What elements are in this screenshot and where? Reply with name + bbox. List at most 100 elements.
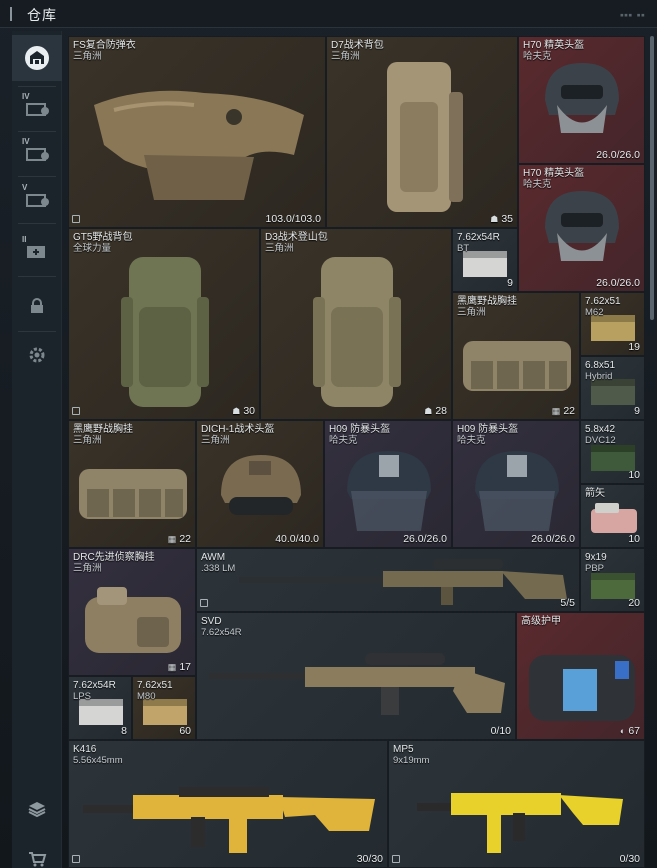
item-name: H09 防暴头盔 <box>329 424 391 435</box>
item-ammo-762r-bt[interactable]: 7.62x54R BT 9 <box>452 228 518 292</box>
item-capacity: ▦ 22 <box>167 533 191 545</box>
header-accent <box>10 7 12 21</box>
item-durability: 26.0/26.0 <box>403 533 447 545</box>
item-brand: 三角洲 <box>73 563 102 574</box>
case-iv-icon <box>26 103 49 116</box>
item-brand: 哈夫克 <box>523 179 552 190</box>
item-name: GT5野战背包 <box>73 232 133 243</box>
item-d7-pack[interactable]: D7战术背包 三角洲 ☗ 35 <box>326 36 518 228</box>
scrollbar[interactable] <box>650 36 654 320</box>
tab-warehouse[interactable] <box>12 35 62 81</box>
search-mark-icon <box>72 407 80 415</box>
item-caliber: 5.56x45mm <box>73 755 123 766</box>
inventory-grid: FS复合防弹衣 三角洲 103.0/103.0 D7战术背包 三角洲 ☗ 35 H… <box>68 36 645 868</box>
item-caliber: .338 LM <box>201 563 236 574</box>
case-iv-b-icon <box>26 148 49 161</box>
item-fs-vest[interactable]: FS复合防弹衣 三角洲 103.0/103.0 <box>68 36 326 228</box>
item-ammo-762r-lps[interactable]: 7.62x54R LPS 8 <box>68 676 132 740</box>
item-drc-rig[interactable]: DRC先进侦察胸挂 三角洲 ▦ 17 <box>68 548 196 676</box>
tier-label: IV <box>22 137 30 146</box>
item-name: 箭矢 <box>585 488 605 499</box>
tab-case-iv[interactable]: IV <box>12 88 62 128</box>
item-name: H70 精英头盔 <box>523 168 585 179</box>
cart-button[interactable] <box>12 839 62 868</box>
item-brand: 三角洲 <box>73 51 102 62</box>
item-mp5[interactable]: MP5 9x19mm 0/30 <box>388 740 645 868</box>
item-blackhawk-rig-b[interactable]: 黑鹰野战胸挂 三角洲 ▦ 22 <box>68 420 196 548</box>
backpack-image <box>121 257 209 407</box>
item-svd[interactable]: SVD 7.62x54R 0/10 <box>196 612 516 740</box>
item-brand: 哈夫克 <box>523 51 552 62</box>
item-name: D3战术登山包 <box>265 232 328 243</box>
sidebar-divider <box>18 131 56 132</box>
item-h09-helmet-a[interactable]: H09 防暴头盔 哈夫克 26.0/26.0 <box>324 420 452 548</box>
item-mag-count: 30/30 <box>356 853 383 865</box>
lock-icon <box>31 298 43 313</box>
tab-case-v[interactable]: V <box>12 179 62 219</box>
item-brand: 三角洲 <box>201 435 230 446</box>
item-ammo-762-m80[interactable]: 7.62x51 M80 60 <box>132 676 196 740</box>
item-ammo-58-dvc12[interactable]: 5.8x42 DVC12 10 <box>580 420 645 484</box>
page-title: 仓库 <box>27 7 57 23</box>
item-advanced-armor[interactable]: 高级护甲 ◐ 67 <box>516 612 645 740</box>
chest-rig-image <box>463 341 571 391</box>
sidebar-divider <box>18 86 56 87</box>
item-ammo-919-pbp[interactable]: 9x19 PBP 20 <box>580 548 645 612</box>
item-blackhawk-rig-a[interactable]: 黑鹰野战胸挂 三角洲 ▦ 22 <box>452 292 580 420</box>
item-name: 6.8x51 <box>585 360 616 371</box>
item-mag-count: 5/5 <box>560 597 575 609</box>
item-durability: 26.0/26.0 <box>596 277 640 289</box>
item-name: 高级护甲 <box>521 616 561 627</box>
item-dich-helmet[interactable]: DICH-1战术头盔 三角洲 40.0/40.0 <box>196 420 324 548</box>
rifle-image <box>83 787 375 853</box>
item-ammo-68-hybrid[interactable]: 6.8x51 Hybrid 9 <box>580 356 645 420</box>
item-name: SVD <box>201 616 222 627</box>
item-d3-pack[interactable]: D3战术登山包 三角洲 ☗ 28 <box>260 228 452 420</box>
tab-case-iv-b[interactable]: IV <box>12 133 62 173</box>
settings-button[interactable] <box>12 335 62 375</box>
item-gt5-pack[interactable]: GT5野战背包 全球力量 ☗ 30 <box>68 228 260 420</box>
item-arrows[interactable]: 箭矢 10 <box>580 484 645 548</box>
item-name: 黑鹰野战胸挂 <box>457 296 517 307</box>
item-count: 10 <box>628 469 640 481</box>
item-count: 9 <box>507 277 513 289</box>
tier-label: II <box>22 235 27 244</box>
weight-icon: ☗ <box>232 406 241 416</box>
item-count: 20 <box>628 597 640 609</box>
helmet-image <box>347 451 431 531</box>
item-h09-helmet-b[interactable]: H09 防暴头盔 哈夫克 26.0/26.0 <box>452 420 580 548</box>
item-name: D7战术背包 <box>331 40 384 51</box>
item-k416[interactable]: K416 5.56x45mm 30/30 <box>68 740 388 868</box>
search-mark-icon <box>72 215 80 223</box>
item-durability: 26.0/26.0 <box>596 149 640 161</box>
sidebar-divider <box>18 223 56 224</box>
tab-locked[interactable] <box>12 286 62 326</box>
item-name: 7.62x51 <box>137 680 173 691</box>
item-capacity: ☗ 35 <box>490 213 513 225</box>
item-brand: 哈夫克 <box>329 435 358 446</box>
backpack-image <box>387 62 463 212</box>
helmet-image <box>545 63 619 133</box>
weight-icon: ☗ <box>424 406 433 416</box>
weight-icon: ☗ <box>490 214 499 224</box>
item-awm[interactable]: AWM .338 LM 5/5 <box>196 548 580 612</box>
grid-icon: ▦ <box>167 662 177 672</box>
item-h70-helmet-a[interactable]: H70 精英头盔 哈夫克 26.0/26.0 <box>518 36 645 164</box>
item-caliber: 7.62x54R <box>201 627 242 638</box>
header-corner-marks: ▪▪▪ ▪▪ <box>619 11 645 19</box>
item-brand: Hybrid <box>585 371 613 382</box>
sidebar-divider <box>18 276 56 277</box>
item-name: FS复合防弹衣 <box>73 40 136 51</box>
tab-case-add[interactable]: II <box>12 231 62 271</box>
item-brand: DVC12 <box>585 435 616 446</box>
helmet-image <box>221 455 301 515</box>
item-brand: 三角洲 <box>331 51 360 62</box>
helmet-image <box>545 191 619 261</box>
item-h70-helmet-b[interactable]: H70 精英头盔 哈夫克 26.0/26.0 <box>518 164 645 292</box>
layers-button[interactable] <box>12 789 62 829</box>
item-name: DICH-1战术头盔 <box>201 424 275 435</box>
item-name: 黑鹰野战胸挂 <box>73 424 133 435</box>
item-ammo-762-m62[interactable]: 7.62x51 M62 19 <box>580 292 645 356</box>
tier-label: V <box>22 183 28 192</box>
item-name: H09 防暴头盔 <box>457 424 519 435</box>
